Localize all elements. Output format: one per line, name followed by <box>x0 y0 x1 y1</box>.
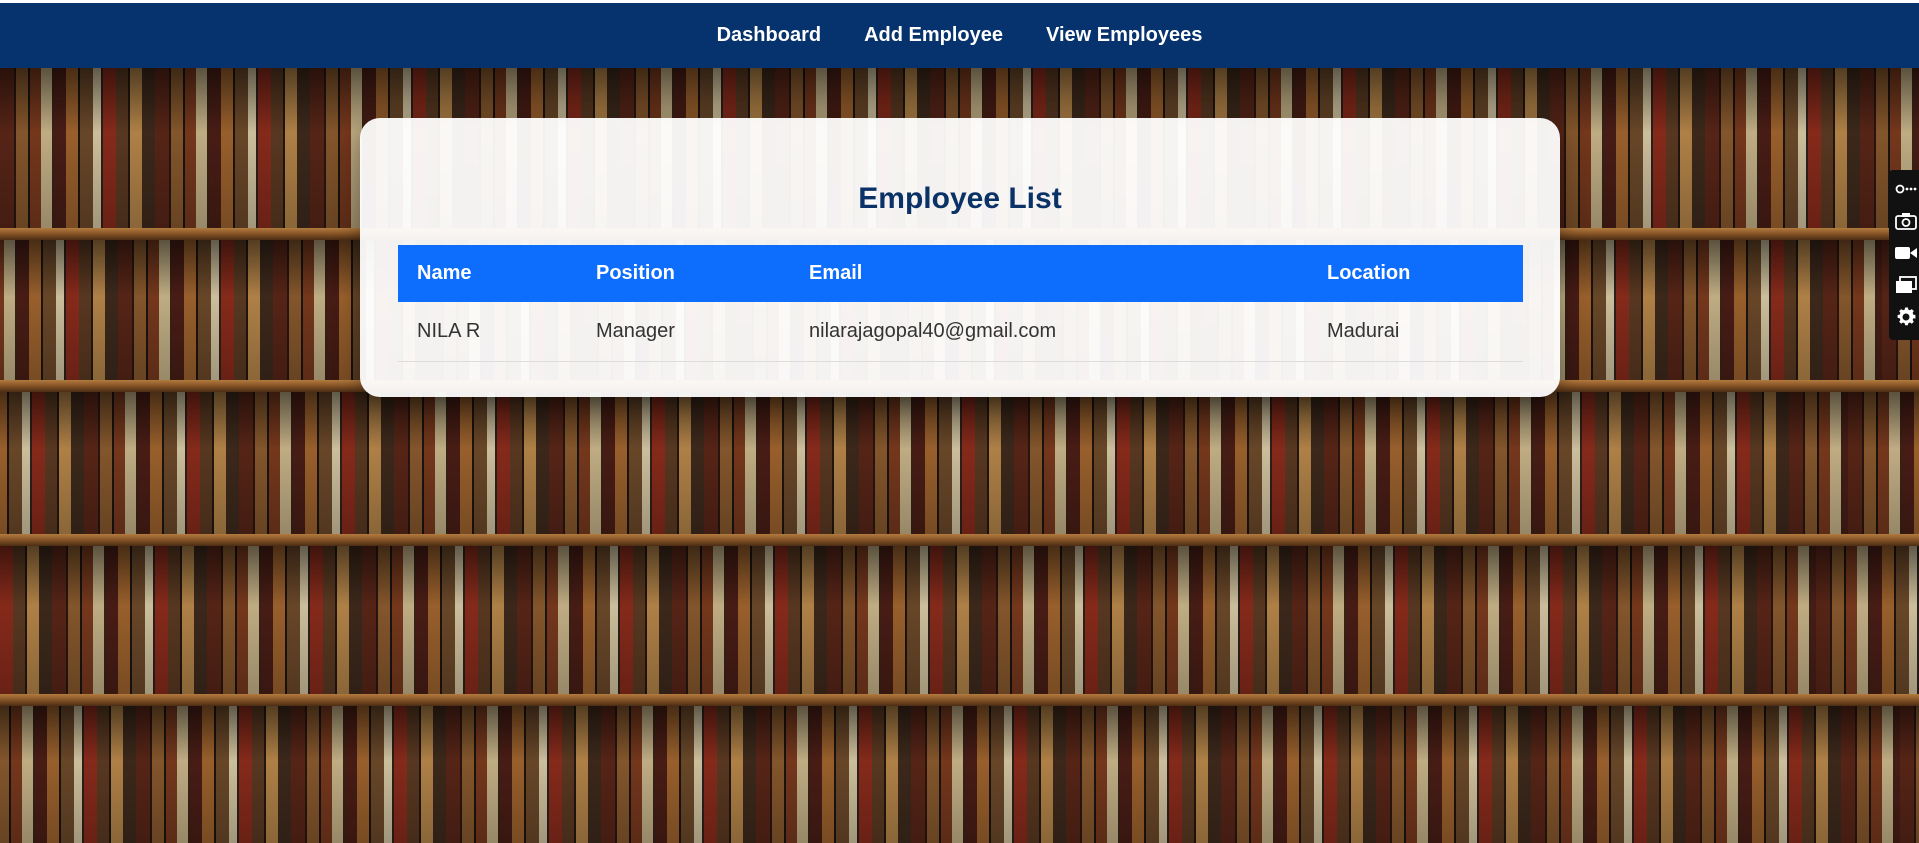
table-header-row: Name Position Email Location <box>398 245 1523 302</box>
shelf-books-row <box>0 392 1919 534</box>
table-header: Name Position Email Location <box>398 245 1523 302</box>
shelf-books-row <box>0 546 1919 696</box>
nav-link-view-employees[interactable]: View Employees <box>1046 24 1202 47</box>
side-toolbar <box>1889 170 1919 340</box>
shelf-board <box>0 534 1919 546</box>
nav-link-add-employee[interactable]: Add Employee <box>864 24 1003 47</box>
camera-icon[interactable] <box>1893 208 1919 234</box>
page-title: Employee List <box>858 182 1062 215</box>
cell-location: Madurai <box>1308 302 1523 362</box>
column-header-location: Location <box>1308 245 1523 302</box>
employee-table: Name Position Email Location NILA R Mana… <box>398 245 1523 362</box>
table-body: NILA R Manager nilarajagopal40@gmail.com… <box>398 302 1523 362</box>
cell-name: NILA R <box>398 302 577 362</box>
window-icon[interactable] <box>1893 272 1919 298</box>
gear-icon[interactable] <box>1893 304 1919 330</box>
column-header-name: Name <box>398 245 577 302</box>
nav-link-dashboard[interactable]: Dashboard <box>717 24 821 47</box>
employee-list-card: Employee List Name Position Email Locati… <box>360 118 1560 397</box>
column-header-position: Position <box>577 245 790 302</box>
cell-position: Manager <box>577 302 790 362</box>
shelf-books-row <box>0 706 1919 843</box>
top-navbar: Dashboard Add Employee View Employees <box>0 3 1919 68</box>
cell-email: nilarajagopal40@gmail.com <box>790 302 1308 362</box>
column-header-email: Email <box>790 245 1308 302</box>
table-row: NILA R Manager nilarajagopal40@gmail.com… <box>398 302 1523 362</box>
shelf-board <box>0 694 1919 706</box>
link-icon[interactable] <box>1893 176 1919 202</box>
video-icon[interactable] <box>1893 240 1919 266</box>
